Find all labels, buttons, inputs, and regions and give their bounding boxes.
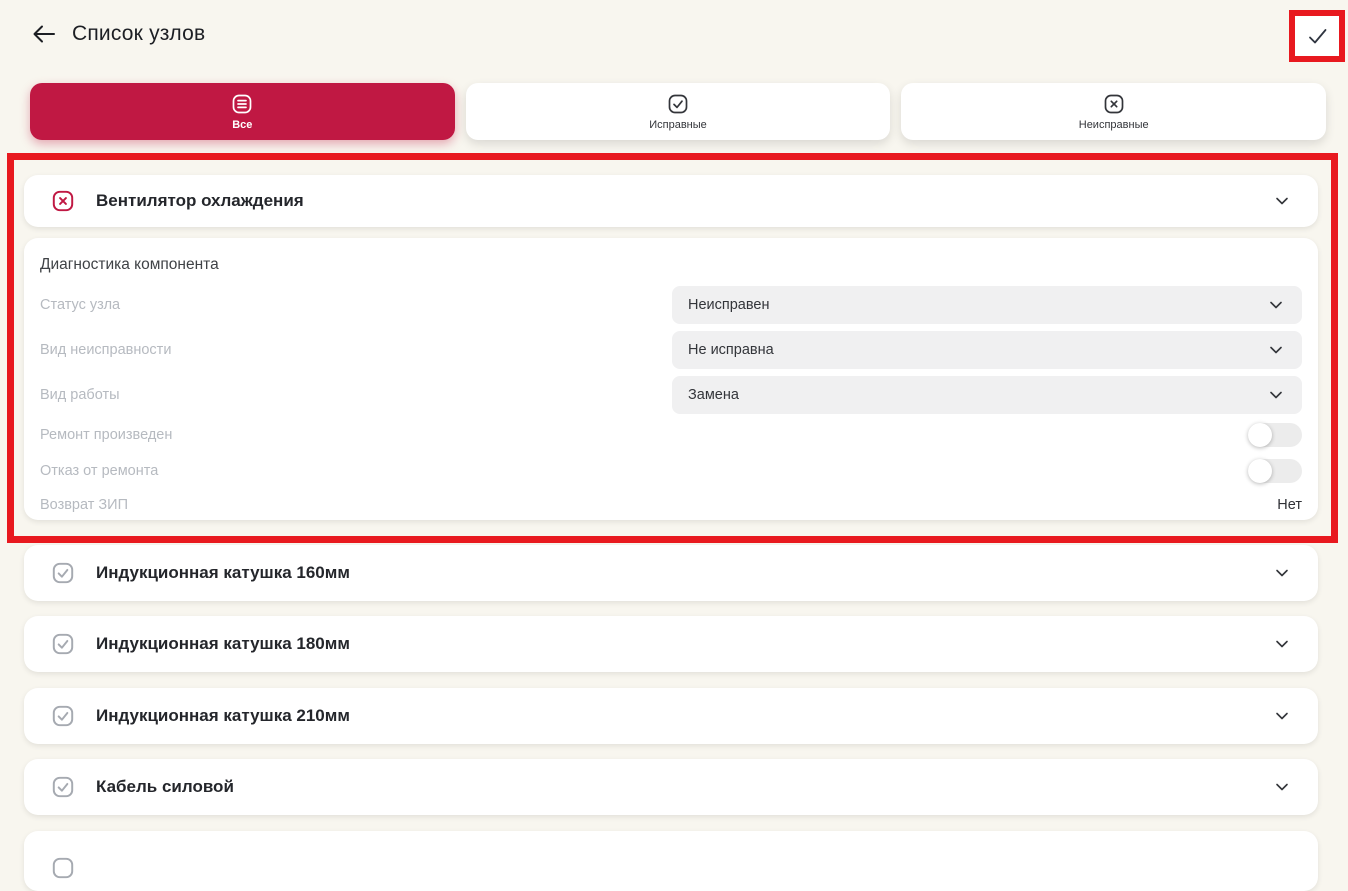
field-label: Ремонт произведен [40, 427, 1248, 443]
node-list-screen: { "header": { "title": "Список узлов" },… [0, 0, 1348, 853]
field-row-work-type: Вид работы Замена [40, 372, 1302, 417]
check-icon [1305, 24, 1329, 48]
accordion-title: Кабель силовой [96, 777, 1272, 797]
chevron-down-icon [1272, 634, 1292, 654]
field-label: Вид неисправности [40, 342, 672, 358]
field-row-status: Статус узла Неисправен [40, 282, 1302, 327]
accordion-header-cooling-fan[interactable]: Вентилятор охлаждения [24, 175, 1318, 227]
accordion-title: Индукционная катушка 180мм [96, 634, 1272, 654]
diagnostics-panel: Диагностика компонента Статус узла Неисп… [24, 238, 1318, 520]
accordion-header[interactable]: Индукционная катушка 180мм [24, 616, 1318, 672]
tab-faulty-label: Неисправные [1079, 119, 1149, 131]
accordion-header[interactable]: Индукционная катушка 160мм [24, 545, 1318, 601]
tab-working-label: Исправные [649, 119, 707, 131]
tab-all-label: Все [232, 119, 252, 131]
accordion-title: Индукционная катушка 210мм [96, 706, 1272, 726]
header: Список узлов [30, 20, 205, 48]
chevron-down-icon [1272, 563, 1292, 583]
accordion-header[interactable]: Кабель силовой [24, 759, 1318, 815]
accordion-item-coil-180: Индукционная катушка 180мм [24, 616, 1318, 672]
check-square-icon [50, 855, 76, 881]
tab-all[interactable]: Все [30, 83, 455, 140]
arrow-left-icon [31, 21, 57, 47]
chevron-down-icon [1272, 706, 1292, 726]
field-row-repair-done: Ремонт произведен [40, 417, 1302, 453]
toggle-knob [1248, 423, 1272, 447]
chevron-down-icon [1266, 385, 1286, 405]
status-select[interactable]: Неисправен [672, 286, 1302, 324]
accordion-item-partial [24, 831, 1318, 891]
chevron-down-icon [1272, 191, 1292, 211]
accordion-header[interactable]: Индукционная катушка 210мм [24, 688, 1318, 744]
repair-done-toggle[interactable] [1248, 423, 1302, 447]
accordion-item-coil-160: Индукционная катушка 160мм [24, 545, 1318, 601]
field-row-fault-type: Вид неисправности Не исправна [40, 327, 1302, 372]
fault-type-select[interactable]: Не исправна [672, 331, 1302, 369]
accordion-title: Индукционная катушка 160мм [96, 563, 1272, 583]
chevron-down-icon [1266, 340, 1286, 360]
field-label: Статус узла [40, 297, 672, 313]
check-square-icon [50, 774, 76, 800]
field-label: Возврат ЗИП [40, 497, 1277, 513]
field-label: Отказ от ремонта [40, 463, 1248, 479]
section-title: Диагностика компонента [40, 252, 1302, 282]
chevron-down-icon [1272, 777, 1292, 797]
select-value: Замена [688, 387, 1266, 403]
field-row-repair-refused: Отказ от ремонта [40, 453, 1302, 489]
x-square-icon [50, 188, 76, 214]
confirm-button[interactable] [1302, 21, 1332, 51]
check-square-icon [666, 92, 690, 116]
x-square-icon [1102, 92, 1126, 116]
chevron-down-icon [1266, 295, 1286, 315]
field-row-zip-return: Возврат ЗИП Нет [40, 489, 1302, 521]
accordion-title: Вентилятор охлаждения [96, 191, 1272, 211]
zip-return-value: Нет [1277, 497, 1302, 513]
annotation-highlight-confirm [1289, 10, 1345, 62]
accordion-item-coil-210: Индукционная катушка 210мм [24, 688, 1318, 744]
check-square-icon [50, 703, 76, 729]
select-value: Неисправен [688, 297, 1266, 313]
page-title: Список узлов [72, 22, 205, 46]
back-button[interactable] [30, 20, 58, 48]
accordion-header[interactable] [24, 831, 1318, 887]
work-type-select[interactable]: Замена [672, 376, 1302, 414]
tab-faulty[interactable]: Неисправные [901, 83, 1326, 140]
list-icon [230, 92, 254, 116]
filter-tabs: Все Исправные Неисправные [30, 83, 1326, 140]
field-label: Вид работы [40, 387, 672, 403]
toggle-knob [1248, 459, 1272, 483]
repair-refused-toggle[interactable] [1248, 459, 1302, 483]
accordion-item-power-cable: Кабель силовой [24, 759, 1318, 815]
tab-working[interactable]: Исправные [466, 83, 891, 140]
select-value: Не исправна [688, 342, 1266, 358]
check-square-icon [50, 560, 76, 586]
check-square-icon [50, 631, 76, 657]
